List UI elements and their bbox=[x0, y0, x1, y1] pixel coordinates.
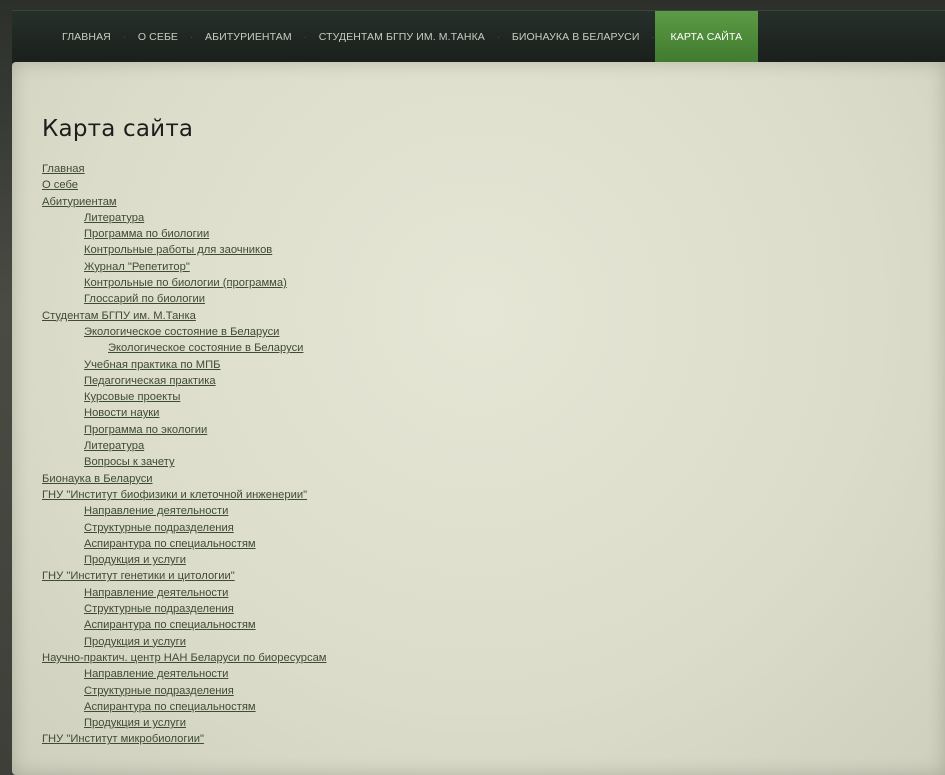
sitemap-item: Научно-практич. центр НАН Беларуси по би… bbox=[42, 650, 327, 666]
main-content: Карта сайта Главная О себе Абитуриентам Лит… bbox=[12, 62, 945, 775]
sitemap-item: Направление деятельности bbox=[42, 503, 327, 519]
sitemap-item: Студентам БГПУ им. М.Танка bbox=[42, 308, 327, 324]
sitemap-link[interactable]: Направление деятельности bbox=[84, 505, 228, 517]
sitemap-link[interactable]: Экологическое состояние в Беларуси bbox=[108, 342, 303, 354]
sitemap-link[interactable]: Литература bbox=[84, 212, 144, 224]
sitemap-item: ГНУ "Институт генетики и цитологии" bbox=[42, 568, 327, 584]
sitemap-link[interactable]: ГНУ "Институт генетики и цитологии" bbox=[42, 570, 235, 582]
nav-item-label: ГЛАВНАЯ bbox=[62, 31, 111, 43]
sitemap-item: Главная bbox=[42, 161, 327, 177]
sitemap-link[interactable]: Абитуриентам bbox=[42, 196, 117, 208]
sitemap-link[interactable]: Научно-практич. центр НАН Беларуси по би… bbox=[42, 652, 327, 664]
sitemap-link[interactable]: О себе bbox=[42, 179, 78, 191]
sitemap-link[interactable]: Вопросы к зачету bbox=[84, 456, 175, 468]
sitemap-link[interactable]: Студентам БГПУ им. М.Танка bbox=[42, 310, 196, 322]
sitemap-link[interactable]: Контрольные по биологии (программа) bbox=[84, 277, 287, 289]
top-navigation-bar: ГЛАВНАЯ · О СЕБЕ · АБИТУРИЕНТАМ · СТУДЕНТАМ БГ… bbox=[12, 10, 945, 63]
nav-item-1[interactable]: О СЕБЕ bbox=[126, 11, 190, 63]
sitemap-item: Бионаука в Беларуси bbox=[42, 471, 327, 487]
sitemap-link[interactable]: Продукция и услуги bbox=[84, 636, 186, 648]
sitemap-item: Структурные подразделения bbox=[42, 601, 327, 617]
sitemap-item: Продукция и услуги bbox=[42, 552, 327, 568]
sitemap-link[interactable]: Структурные подразделения bbox=[84, 603, 234, 615]
sitemap-link[interactable]: Направление деятельности bbox=[84, 668, 228, 680]
sitemap-link[interactable]: Курсовые проекты bbox=[84, 391, 180, 403]
sitemap-link[interactable]: Структурные подразделения bbox=[84, 685, 234, 697]
sitemap-item: Журнал "Репетитор" bbox=[42, 259, 327, 275]
page-title: Карта сайта bbox=[42, 116, 194, 142]
nav-item-label: СТУДЕНТАМ БГПУ ИМ. М.ТАНКА bbox=[318, 31, 485, 43]
nav-item-label: КАРТА САЙТА bbox=[670, 31, 743, 43]
sitemap-link[interactable]: Экологическое состояние в Беларуси bbox=[84, 326, 279, 338]
sitemap-link[interactable]: Программа по биологии bbox=[84, 228, 209, 240]
sitemap-link[interactable]: Контрольные работы для заочников bbox=[84, 244, 272, 256]
sitemap-link[interactable]: Бионаука в Беларуси bbox=[42, 473, 153, 485]
nav-item-2[interactable]: АБИТУРИЕНТАМ bbox=[193, 11, 304, 63]
sitemap-item: Контрольные по биологии (программа) bbox=[42, 275, 327, 291]
sitemap-link[interactable]: Главная bbox=[42, 163, 85, 175]
nav-item-0[interactable]: ГЛАВНАЯ bbox=[50, 11, 123, 63]
sitemap-link[interactable]: Литература bbox=[84, 440, 144, 452]
nav-item-4[interactable]: БИОНАУКА В БЕЛАРУСИ bbox=[500, 11, 652, 63]
sitemap-item: ГНУ "Институт биофизики и клеточной инже… bbox=[42, 487, 327, 503]
sitemap-item: Аспирантура по специальностям bbox=[42, 536, 327, 552]
sitemap-link[interactable]: Журнал "Репетитор" bbox=[84, 261, 190, 273]
sitemap-link[interactable]: ГНУ "Институт биофизики и клеточной инже… bbox=[42, 489, 307, 501]
sitemap-link[interactable]: Продукция и услуги bbox=[84, 554, 186, 566]
sitemap-link[interactable]: Педагогическая практика bbox=[84, 375, 216, 387]
sitemap-item: Курсовые проекты bbox=[42, 389, 327, 405]
sitemap-link[interactable]: ГНУ "Институт микробиологии" bbox=[42, 733, 204, 745]
sitemap-list: Главная О себе Абитуриентам Литература Прогр… bbox=[42, 161, 327, 748]
sitemap-item: Учебная практика по МПБ bbox=[42, 357, 327, 373]
sitemap-item: Аспирантура по специальностям bbox=[42, 699, 327, 715]
sitemap-item: Экологическое состояние в Беларуси bbox=[42, 340, 327, 356]
nav-item-label: БИОНАУКА В БЕЛАРУСИ bbox=[511, 31, 640, 43]
sitemap-item: Глоссарий по биологии bbox=[42, 291, 327, 307]
sitemap-item: Педагогическая практика bbox=[42, 373, 327, 389]
sitemap-link[interactable]: Программа по экологии bbox=[84, 424, 207, 436]
sitemap-item: Экологическое состояние в Беларуси bbox=[42, 324, 327, 340]
sitemap-link[interactable]: Аспирантура по специальностям bbox=[84, 538, 256, 550]
sitemap-item: Структурные подразделения bbox=[42, 683, 327, 699]
sitemap-link[interactable]: Аспирантура по специальностям bbox=[84, 619, 256, 631]
sitemap-link[interactable]: Направление деятельности bbox=[84, 587, 228, 599]
sitemap-item: Литература bbox=[42, 438, 327, 454]
nav-menu: ГЛАВНАЯ · О СЕБЕ · АБИТУРИЕНТАМ · СТУДЕНТАМ БГ… bbox=[12, 11, 759, 63]
sitemap-item: Аспирантура по специальностям bbox=[42, 617, 327, 633]
sitemap-item: Абитуриентам bbox=[42, 194, 327, 210]
sitemap-item: Новости науки bbox=[42, 405, 327, 421]
sitemap-link[interactable]: Структурные подразделения bbox=[84, 522, 234, 534]
sitemap-item: Вопросы к зачету bbox=[42, 454, 327, 470]
sitemap-item: Структурные подразделения bbox=[42, 520, 327, 536]
sitemap-item: Направление деятельности bbox=[42, 585, 327, 601]
sitemap-link[interactable]: Учебная практика по МПБ bbox=[84, 359, 220, 371]
sitemap-item: Продукция и услуги bbox=[42, 634, 327, 650]
sitemap-link[interactable]: Новости науки bbox=[84, 407, 159, 419]
sitemap-link[interactable]: Продукция и услуги bbox=[84, 717, 186, 729]
sitemap-item: ГНУ "Институт микробиологии" bbox=[42, 731, 327, 747]
nav-item-label: АБИТУРИЕНТАМ bbox=[205, 31, 292, 43]
sitemap-item: Программа по экологии bbox=[42, 422, 327, 438]
nav-item-label: О СЕБЕ bbox=[137, 31, 179, 43]
nav-item-5[interactable]: КАРТА САЙТА bbox=[654, 11, 759, 63]
sitemap-item: Литература bbox=[42, 210, 327, 226]
sitemap-item: Программа по биологии bbox=[42, 226, 327, 242]
sitemap-item: Направление деятельности bbox=[42, 666, 327, 682]
sitemap-item: Продукция и услуги bbox=[42, 715, 327, 731]
nav-item-3[interactable]: СТУДЕНТАМ БГПУ ИМ. М.ТАНКА bbox=[307, 11, 497, 63]
sitemap-link[interactable]: Глоссарий по биологии bbox=[84, 293, 205, 305]
sitemap-item: Контрольные работы для заочников bbox=[42, 242, 327, 258]
sitemap-link[interactable]: Аспирантура по специальностям bbox=[84, 701, 256, 713]
sitemap-item: О себе bbox=[42, 177, 327, 193]
